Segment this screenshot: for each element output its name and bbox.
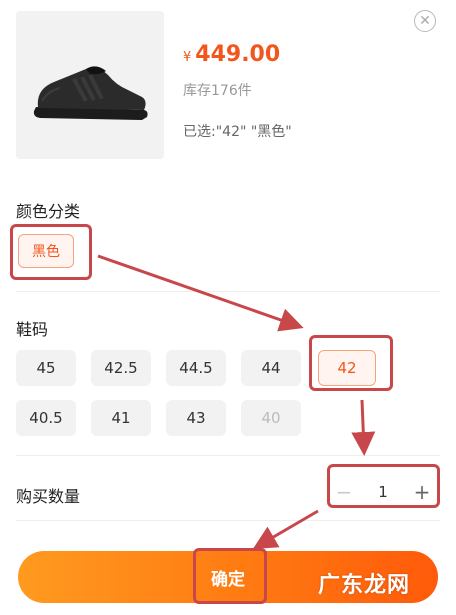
divider bbox=[16, 520, 440, 521]
size-highlight-box bbox=[309, 335, 393, 391]
close-icon[interactable]: ✕ bbox=[414, 10, 436, 32]
product-image bbox=[16, 11, 164, 159]
shoe-image bbox=[33, 66, 148, 120]
confirm-highlight-box bbox=[193, 548, 267, 604]
price-value: 449.00 bbox=[195, 42, 281, 67]
size-option-44[interactable]: 44 bbox=[241, 350, 301, 386]
size-option-40-5[interactable]: 40.5 bbox=[16, 400, 76, 436]
arrow-quantity-to-confirm bbox=[252, 509, 319, 550]
size-section-title: 鞋码 bbox=[16, 320, 49, 339]
color-highlight-box bbox=[10, 224, 92, 280]
quantity-label: 购买数量 bbox=[16, 487, 81, 506]
size-option-43[interactable]: 43 bbox=[166, 400, 226, 436]
stock-count: 库存176件 bbox=[183, 83, 252, 99]
size-option-40[interactable]: 40 bbox=[241, 400, 301, 436]
watermark: 广东龙网 bbox=[318, 573, 411, 598]
selected-options: 已选:"42" "黑色" bbox=[183, 124, 292, 140]
divider bbox=[16, 291, 440, 292]
product-price: ¥449.00 bbox=[183, 42, 280, 67]
size-option-44-5[interactable]: 44.5 bbox=[166, 350, 226, 386]
divider bbox=[16, 455, 440, 456]
color-section-title: 颜色分类 bbox=[16, 202, 81, 221]
size-option-41[interactable]: 41 bbox=[91, 400, 151, 436]
size-option-42-5[interactable]: 42.5 bbox=[91, 350, 151, 386]
arrow-size-to-quantity bbox=[351, 399, 376, 456]
quantity-highlight-box bbox=[327, 464, 440, 508]
currency-symbol: ¥ bbox=[183, 50, 192, 65]
size-option-45[interactable]: 45 bbox=[16, 350, 76, 386]
